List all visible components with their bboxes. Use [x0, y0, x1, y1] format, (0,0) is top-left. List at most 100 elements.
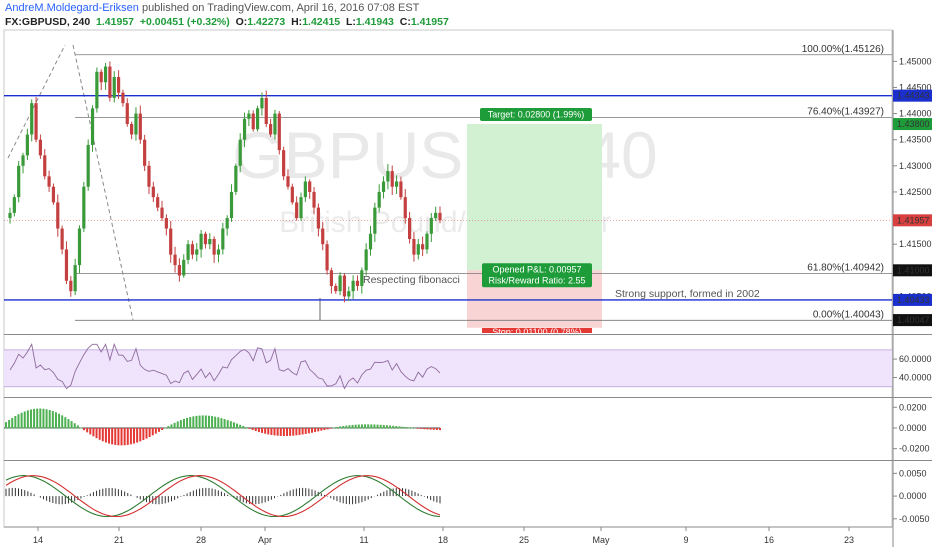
candle-body	[95, 71, 99, 109]
macd-histogram-bar	[307, 427, 310, 434]
macd-histogram-bar	[323, 427, 326, 431]
candle-body	[407, 218, 412, 239]
candle-body	[130, 124, 134, 135]
candle-body	[421, 244, 425, 250]
macd-histogram-bar	[229, 421, 232, 429]
macd-histogram-bar	[111, 427, 114, 445]
candle-body	[282, 150, 286, 177]
macd-histogram-bar	[17, 414, 20, 429]
macd-histogram-bar	[86, 427, 89, 433]
price-axis-label: 1.44343	[897, 91, 930, 101]
macd-histogram-bar	[29, 409, 32, 429]
macd-histogram-bar	[220, 418, 223, 429]
candle-body	[112, 77, 116, 98]
macd-histogram-bar	[429, 427, 432, 430]
fib-label: 0.00%(1.40043)	[813, 309, 884, 320]
rsi-tick-label: 40.0000	[899, 373, 932, 383]
candle-body	[299, 197, 303, 219]
price-chart[interactable]: GBPUSD, 240British Pound/U.S. Dollar1.45…	[0, 0, 932, 550]
candle-body	[77, 228, 82, 266]
candle-body	[8, 212, 12, 219]
candle-body	[429, 218, 433, 234]
macd-histogram-bar	[270, 427, 273, 435]
macd-histogram-bar	[8, 419, 11, 429]
y-tick-label: 1.41500	[899, 239, 932, 249]
risk-reward-label: Risk/Reward Ratio: 2.55	[488, 275, 585, 285]
candle-body	[260, 97, 264, 109]
macd-histogram-bar	[236, 423, 239, 429]
candle-body	[116, 77, 121, 93]
macd-histogram-bar	[179, 420, 182, 429]
candle-body	[69, 280, 73, 292]
x-tick-label: 16	[764, 535, 774, 545]
y-tick-label: 1.43500	[899, 135, 932, 145]
macd-histogram-bar	[382, 425, 385, 429]
candle-body	[73, 265, 77, 292]
candle-body	[269, 124, 273, 135]
candle-body	[169, 228, 173, 255]
candle-body	[216, 249, 221, 255]
macd-fast-line	[5, 475, 441, 518]
target-zone	[467, 124, 602, 271]
macd-histogram-bar	[398, 426, 401, 429]
macd-histogram-bar	[217, 417, 220, 429]
candle-body	[338, 275, 342, 292]
macd-histogram-bar	[211, 416, 214, 429]
fib-label: 76.40%(1.43927)	[807, 106, 884, 117]
y-tick-label: 1.42500	[899, 187, 932, 197]
macd-histogram-bar	[126, 427, 129, 445]
macd-histogram-bar	[64, 417, 67, 429]
macd-line-tick-label: 0.0000	[899, 491, 927, 501]
macd-histogram-bar	[104, 427, 107, 443]
candle-body	[295, 202, 299, 219]
x-tick-label: 28	[196, 535, 206, 545]
macd-histogram-bar	[176, 421, 179, 429]
macd-histogram-bar	[151, 427, 154, 436]
macd-histogram-bar	[304, 427, 307, 434]
annotation-support: Strong support, formed in 2002	[615, 288, 760, 300]
candle-body	[234, 165, 238, 192]
price-axis-label: 1.40047	[897, 315, 930, 325]
macd-histogram-bar	[417, 427, 420, 429]
macd-line-tick-label: -0.0050	[899, 514, 930, 524]
macd-histogram-bar	[67, 419, 70, 429]
candle-body	[247, 113, 251, 119]
macd-histogram-bar	[257, 427, 260, 433]
macd-histogram-bar	[51, 411, 54, 429]
macd-histogram-bar	[360, 424, 363, 429]
candle-body	[30, 103, 34, 135]
candle-body	[329, 270, 334, 286]
macd-histogram-bar	[20, 412, 23, 429]
macd-histogram-bar	[320, 427, 323, 431]
candle-body	[403, 197, 407, 219]
annotation-fibonacci: Respecting fibonacci	[363, 274, 460, 286]
macd-histogram-bar	[404, 427, 407, 429]
macd-histogram-bar	[376, 424, 379, 429]
macd-histogram-bar	[414, 427, 417, 429]
candle-body	[212, 238, 216, 255]
macd-histogram-bar	[292, 427, 295, 436]
macd-histogram-bar	[314, 427, 317, 433]
x-tick-label: 14	[33, 535, 43, 545]
macd-histogram-bar	[239, 424, 242, 429]
macd-histogram-bar	[410, 427, 413, 429]
macd-histogram-bar	[317, 427, 320, 432]
macd-histogram-bar	[39, 408, 42, 429]
macd-histogram-bar	[289, 427, 292, 436]
macd-histogram-bar	[45, 409, 48, 429]
macd-histogram-bar	[5, 422, 7, 429]
macd-histogram-bar	[148, 427, 151, 437]
macd-histogram-bar	[370, 424, 373, 429]
macd-histogram-bar	[264, 427, 267, 434]
macd-histogram-bar	[161, 427, 164, 431]
candle-body	[64, 249, 69, 281]
macd-histogram-bar	[385, 425, 388, 429]
macd-histogram-bar	[170, 424, 173, 429]
macd-histogram-bar	[301, 427, 304, 435]
price-axis-label: 1.41000	[897, 265, 930, 275]
candle-body	[190, 244, 195, 255]
candle-body	[56, 202, 60, 229]
candle-body	[186, 244, 190, 260]
candle-body	[17, 165, 21, 198]
macd-histogram-bar	[61, 415, 64, 429]
